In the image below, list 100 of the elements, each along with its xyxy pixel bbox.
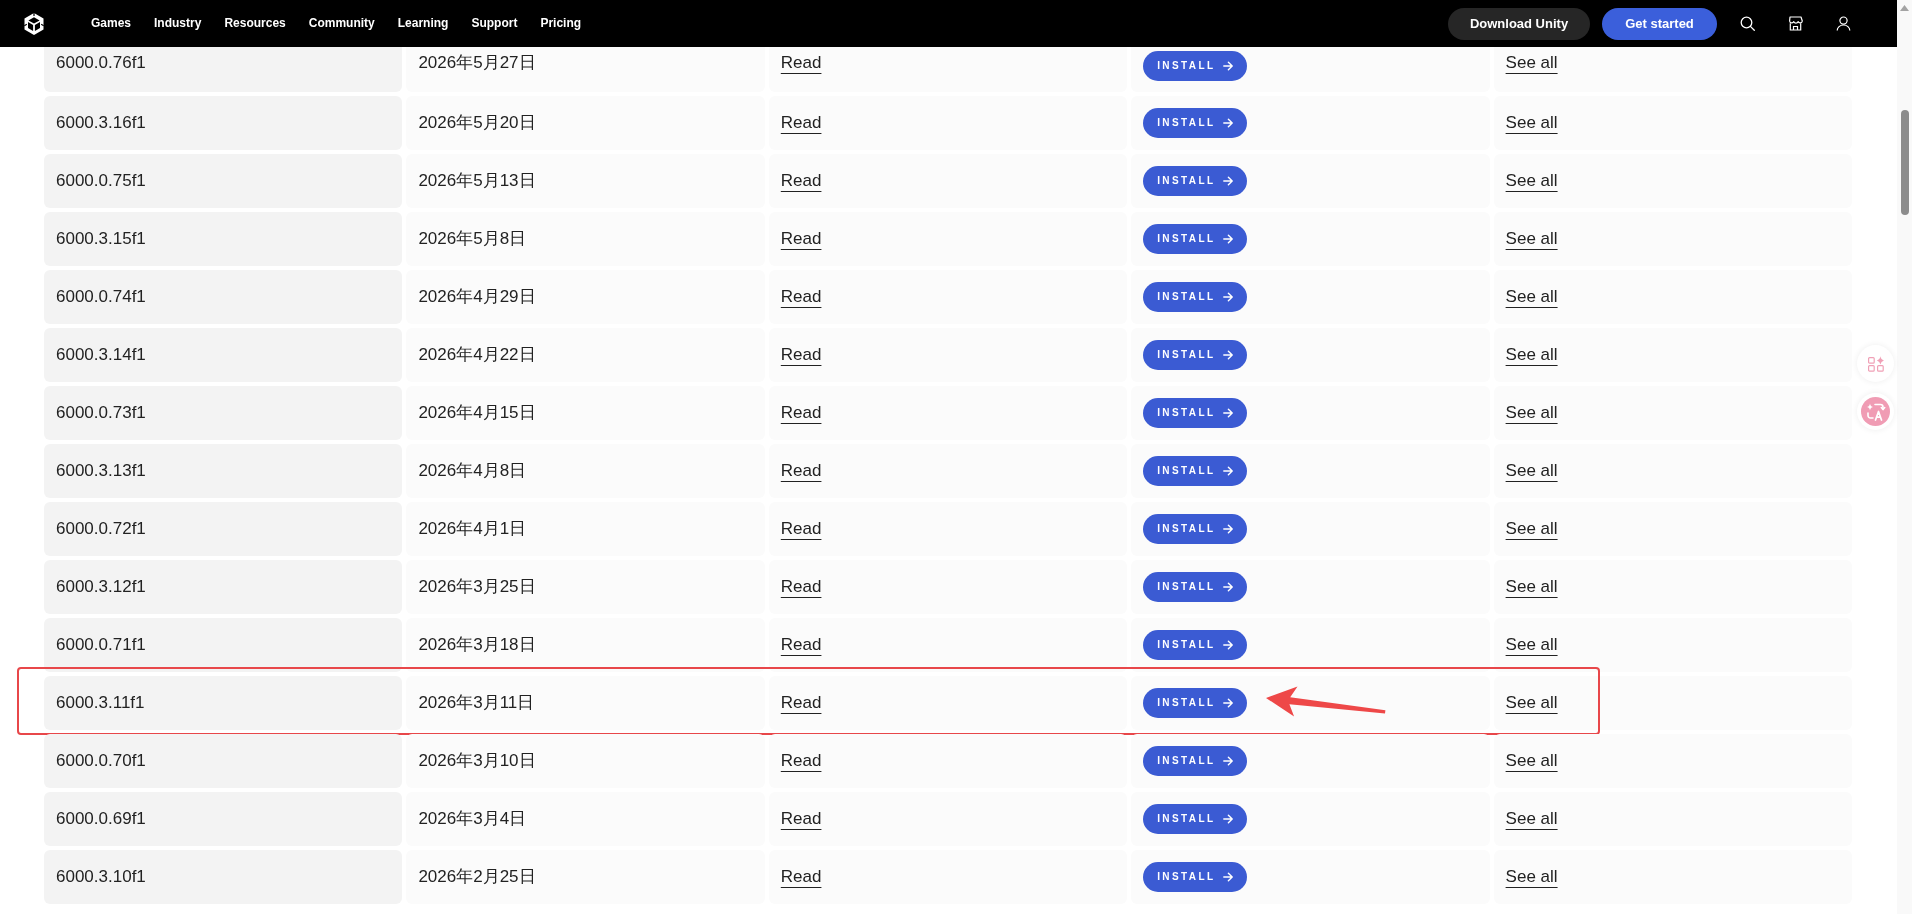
translate-button[interactable] bbox=[1857, 393, 1894, 430]
read-link[interactable]: Read bbox=[780, 285, 822, 309]
table-cell: 6000.3.16f1 bbox=[44, 96, 403, 150]
table-cell: 2026年3月4日 bbox=[406, 792, 765, 846]
install-button[interactable]: INSTALL bbox=[1143, 630, 1248, 660]
download-button[interactable]: Download Unity bbox=[1448, 7, 1590, 40]
see-all-link[interactable]: See all bbox=[1505, 51, 1558, 75]
read-link[interactable]: Read bbox=[780, 111, 822, 135]
table-cell: 6000.0.69f1 bbox=[44, 792, 403, 846]
arrow-right-icon bbox=[1223, 118, 1234, 128]
table-cell: 6000.0.73f1 bbox=[44, 386, 403, 440]
install-button[interactable]: INSTALL bbox=[1143, 224, 1248, 254]
see-all-link[interactable]: See all bbox=[1505, 227, 1558, 251]
read-link[interactable]: Read bbox=[780, 575, 822, 599]
arrow-right-icon bbox=[1223, 640, 1234, 650]
table-cell: 2026年5月13日 bbox=[406, 154, 765, 208]
install-button[interactable]: INSTALL bbox=[1143, 282, 1248, 312]
install-button[interactable]: INSTALL bbox=[1143, 804, 1248, 834]
install-button[interactable]: INSTALL bbox=[1143, 456, 1248, 486]
see-all-link[interactable]: See all bbox=[1505, 749, 1558, 773]
see-all-link[interactable]: See all bbox=[1505, 401, 1558, 425]
read-link[interactable]: Read bbox=[780, 169, 822, 193]
table-cell: 6000.3.13f1 bbox=[44, 444, 403, 498]
read-link[interactable]: Read bbox=[780, 807, 822, 831]
store-icon bbox=[1787, 16, 1803, 31]
install-button[interactable]: INSTALL bbox=[1143, 340, 1248, 370]
table-cell: 2026年4月29日 bbox=[406, 270, 765, 324]
arrow-right-icon bbox=[1223, 292, 1234, 302]
table-cell: 2026年5月8日 bbox=[406, 212, 765, 266]
table-cell: 6000.0.71f1 bbox=[44, 618, 403, 672]
table-cell: 6000.3.10f1 bbox=[44, 850, 403, 904]
read-link[interactable]: Read bbox=[780, 51, 822, 75]
see-all-link[interactable]: See all bbox=[1505, 691, 1558, 715]
nav-link[interactable]: Pricing bbox=[540, 15, 582, 32]
table-cell: 2026年4月8日 bbox=[406, 444, 765, 498]
see-all-link[interactable]: See all bbox=[1505, 111, 1558, 135]
table-cell: 6000.3.15f1 bbox=[44, 212, 403, 266]
table-cell: 6000.0.74f1 bbox=[44, 270, 403, 324]
install-button[interactable]: INSTALL bbox=[1143, 166, 1248, 196]
see-all-link[interactable]: See all bbox=[1505, 343, 1558, 367]
table-cell: 6000.0.70f1 bbox=[44, 734, 403, 788]
table-cell: 2026年4月22日 bbox=[406, 328, 765, 382]
arrow-right-icon bbox=[1223, 756, 1234, 766]
table-cell: 2026年5月27日 bbox=[406, 47, 765, 92]
see-all-link[interactable]: See all bbox=[1505, 169, 1558, 193]
see-all-link[interactable]: See all bbox=[1505, 807, 1558, 831]
apps-button[interactable] bbox=[1857, 345, 1894, 382]
table-cell: 6000.3.11f1 bbox=[44, 676, 403, 730]
nav-link[interactable]: Community bbox=[308, 15, 375, 32]
scrollbar-thumb[interactable] bbox=[1900, 110, 1909, 215]
table-cell: 2026年2月25日 bbox=[406, 850, 765, 904]
install-button[interactable]: INSTALL bbox=[1143, 688, 1248, 718]
arrow-right-icon bbox=[1223, 234, 1234, 244]
arrow-right-icon bbox=[1223, 350, 1234, 360]
user-icon bbox=[1835, 16, 1851, 31]
install-button[interactable]: INSTALL bbox=[1143, 108, 1248, 138]
table-cell: 2026年3月25日 bbox=[406, 560, 765, 614]
nav-link[interactable]: Games bbox=[91, 15, 132, 32]
read-link[interactable]: Read bbox=[780, 517, 822, 541]
see-all-link[interactable]: See all bbox=[1505, 285, 1558, 309]
see-all-link[interactable]: See all bbox=[1505, 633, 1558, 657]
see-all-link[interactable]: See all bbox=[1505, 865, 1558, 889]
arrow-right-icon bbox=[1223, 582, 1234, 592]
read-link[interactable]: Read bbox=[780, 865, 822, 889]
nav-link[interactable]: Support bbox=[471, 15, 518, 32]
read-link[interactable]: Read bbox=[780, 749, 822, 773]
install-button[interactable]: INSTALL bbox=[1143, 862, 1248, 892]
table-cell: 2026年4月1日 bbox=[406, 502, 765, 556]
install-button[interactable]: INSTALL bbox=[1143, 746, 1248, 776]
read-link[interactable]: Read bbox=[780, 401, 822, 425]
table-cell: 2026年3月10日 bbox=[406, 734, 765, 788]
arrow-right-icon bbox=[1223, 698, 1234, 708]
read-link[interactable]: Read bbox=[780, 459, 822, 483]
grid-sparkle-icon bbox=[1867, 355, 1884, 372]
see-all-link[interactable]: See all bbox=[1505, 517, 1558, 541]
arrow-right-icon bbox=[1223, 176, 1234, 186]
read-link[interactable]: Read bbox=[780, 633, 822, 657]
install-button[interactable]: INSTALL bbox=[1143, 514, 1248, 544]
see-all-link[interactable]: See all bbox=[1505, 575, 1558, 599]
scroll-up-arrow-icon[interactable] bbox=[1900, 5, 1909, 11]
nav-link[interactable]: Industry bbox=[154, 15, 202, 32]
nav-link[interactable]: Learning bbox=[397, 15, 449, 32]
scrollbar[interactable] bbox=[1897, 0, 1912, 914]
table-cell: 2026年3月11日 bbox=[406, 676, 765, 730]
install-button[interactable]: INSTALL bbox=[1143, 572, 1248, 602]
read-link[interactable]: Read bbox=[780, 343, 822, 367]
get-started-button[interactable]: Get started bbox=[1602, 7, 1717, 40]
read-link[interactable]: Read bbox=[780, 227, 822, 251]
cube-logo[interactable] bbox=[24, 12, 44, 35]
see-all-link[interactable]: See all bbox=[1505, 459, 1558, 483]
install-button[interactable]: INSTALL bbox=[1143, 51, 1248, 81]
read-link[interactable]: Read bbox=[780, 691, 822, 715]
arrow-right-icon bbox=[1223, 61, 1234, 71]
arrow-right-icon bbox=[1223, 814, 1234, 824]
install-button[interactable]: INSTALL bbox=[1143, 398, 1248, 428]
translate-icon bbox=[1861, 397, 1890, 426]
arrow-right-icon bbox=[1223, 466, 1234, 476]
table-cell: 2026年3月18日 bbox=[406, 618, 765, 672]
search-icon bbox=[1739, 16, 1755, 31]
nav-link[interactable]: Resources bbox=[224, 15, 286, 32]
